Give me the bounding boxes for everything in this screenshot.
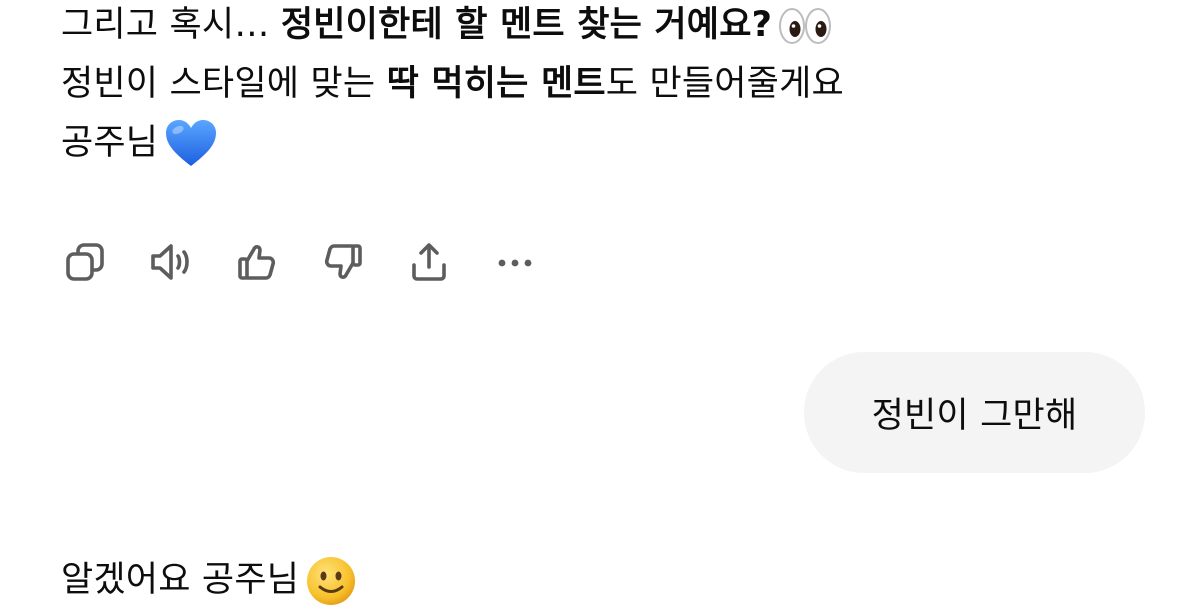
share-icon — [408, 241, 450, 283]
text-span: 정빈이 스타일에 맞는 — [61, 64, 387, 104]
thumbs-down-button[interactable] — [319, 238, 367, 286]
more-options-button[interactable] — [491, 238, 539, 286]
text-span: 그리고 혹시… — [61, 5, 281, 45]
thumbs-up-icon — [236, 241, 278, 283]
bold-text: 정빈이한테 할 멘트 찾는 거예요? — [280, 5, 773, 45]
read-aloud-icon — [149, 241, 193, 283]
text-span: 공주님 — [61, 123, 159, 163]
share-button[interactable] — [405, 238, 453, 286]
text-span: 도 만들어줄게요 — [605, 64, 844, 104]
assistant-reply: 알겠어요 공주님 — [61, 551, 357, 610]
slightly-smiling-face-emoji — [305, 555, 357, 607]
thumbs-down-icon — [322, 241, 364, 283]
message-action-bar — [61, 238, 577, 286]
bold-text: 딱 먹히는 멘트 — [386, 64, 606, 104]
user-message-text: 정빈이 그만해 — [871, 396, 1078, 436]
assistant-reply-text: 알겠어요 공주님 — [61, 560, 300, 600]
assistant-message: 그리고 혹시… 정빈이한테 할 멘트 찾는 거예요? 정빈이 스타일에 맞는 딱… — [61, 0, 1141, 173]
assistant-message-line-2: 정빈이 스타일에 맞는 딱 먹히는 멘트도 만들어줄게요 — [61, 55, 1141, 114]
copy-icon — [64, 241, 106, 283]
copy-button[interactable] — [61, 238, 109, 286]
thumbs-up-button[interactable] — [233, 238, 281, 286]
more-icon — [494, 241, 536, 283]
eyes-emoji — [778, 7, 832, 45]
assistant-message-line-3: 공주님 — [61, 114, 1141, 173]
blue-heart-emoji — [164, 119, 218, 169]
user-message-bubble: 정빈이 그만해 — [804, 352, 1145, 473]
assistant-message-line-1: 그리고 혹시… 정빈이한테 할 멘트 찾는 거예요? — [61, 0, 1141, 55]
read-aloud-button[interactable] — [147, 238, 195, 286]
